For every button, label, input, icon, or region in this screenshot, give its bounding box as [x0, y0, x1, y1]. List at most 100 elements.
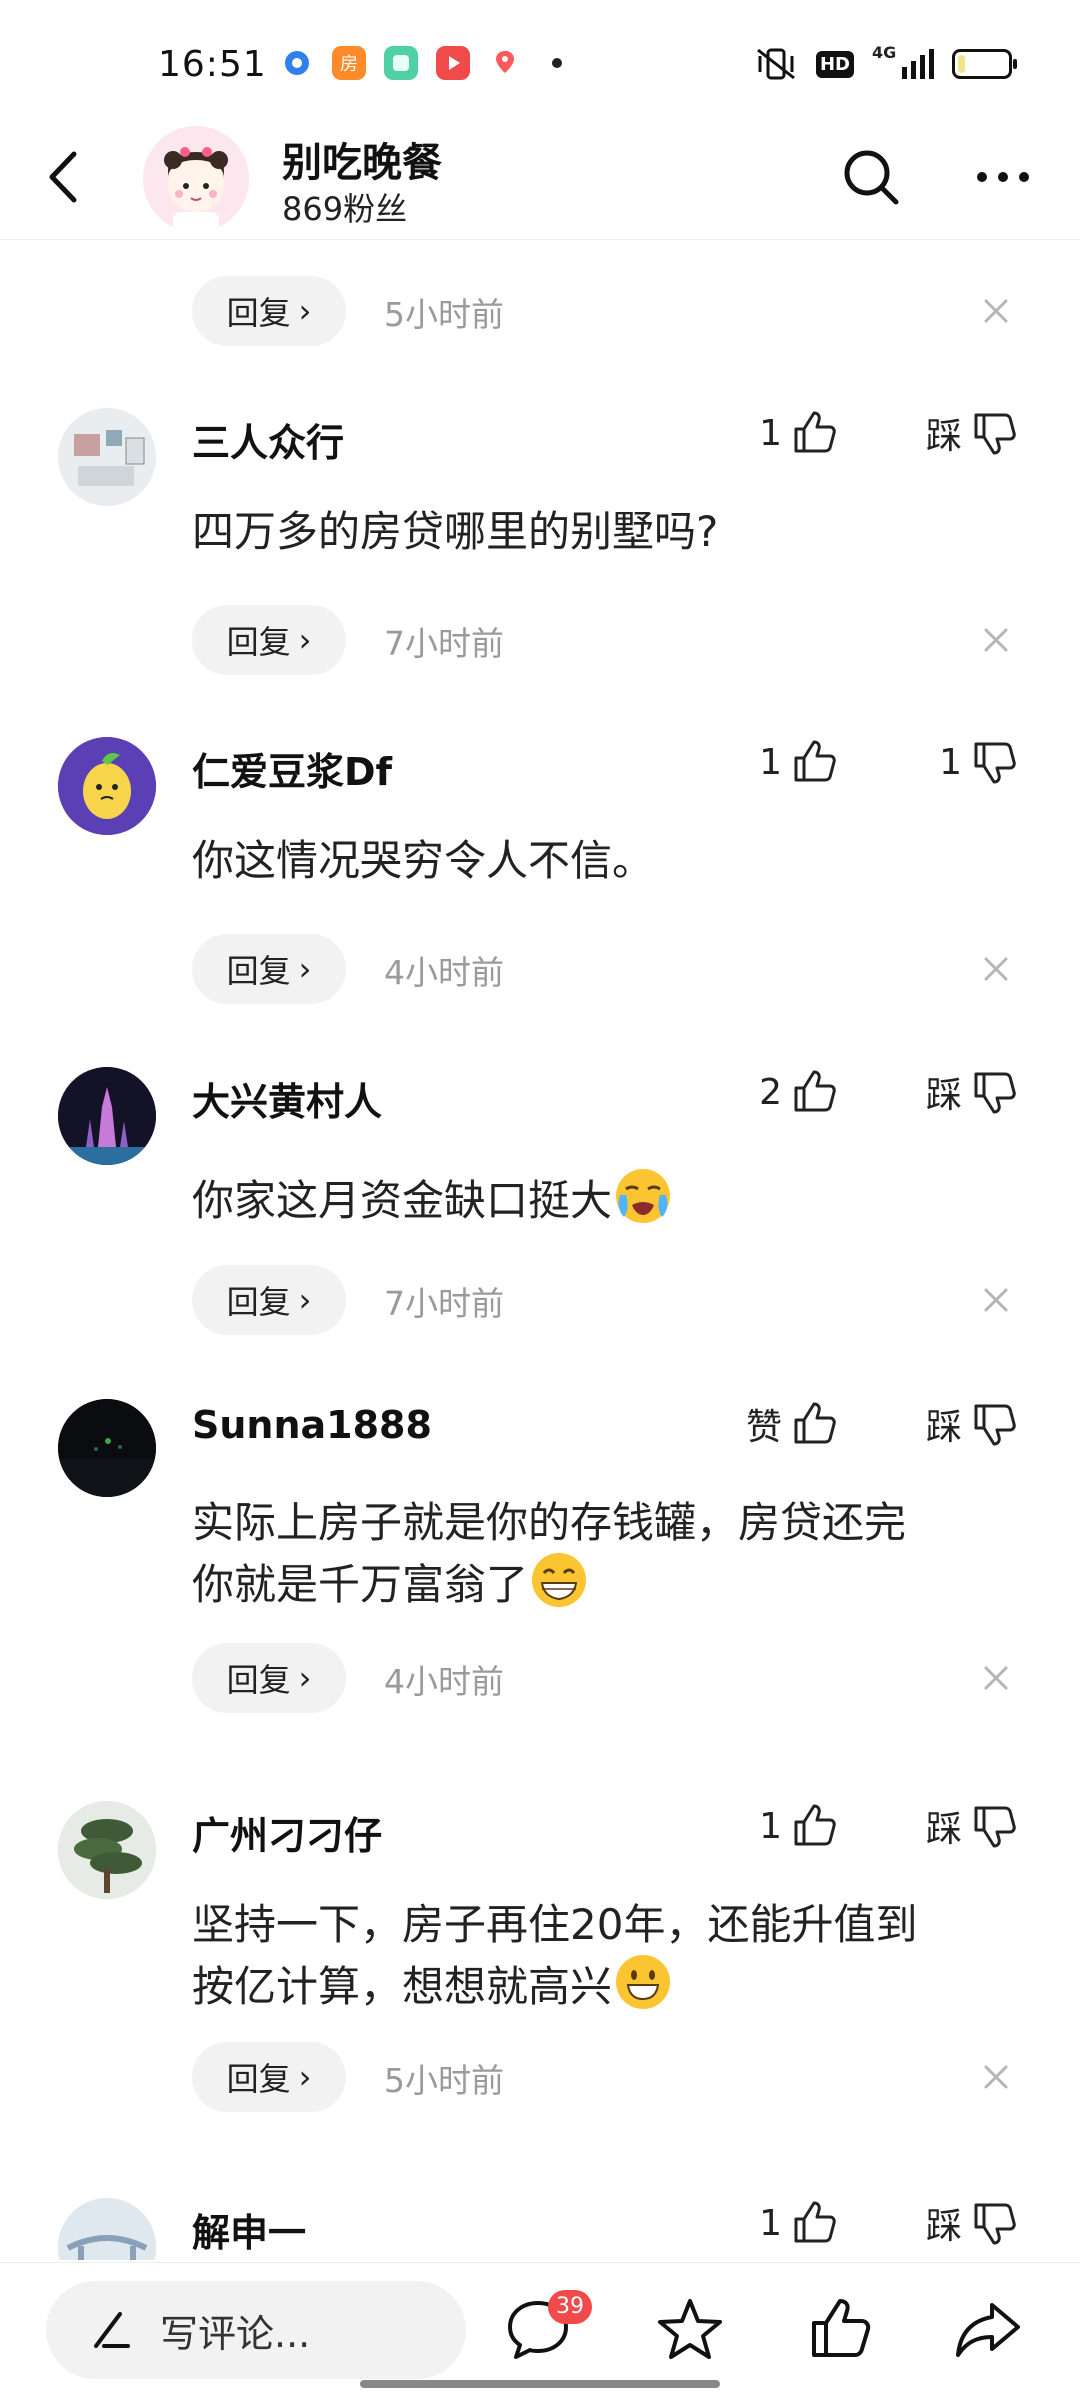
- like-count: 1: [759, 1805, 782, 1847]
- close-icon[interactable]: [976, 1280, 1016, 1320]
- comment-text-line: 你就是千万富翁了: [192, 1549, 1022, 1611]
- commenter-name[interactable]: 解申一: [192, 2202, 306, 2257]
- author-avatar[interactable]: [143, 126, 249, 232]
- reply-label: 回复: [226, 623, 291, 661]
- comment-list[interactable]: 回复 › 5小时前 三人众行 1 踩 四万多的房贷哪里的别墅吗? 回复 › 7小时前…: [0, 240, 1080, 2260]
- comment-time: 4小时前: [384, 1662, 504, 1701]
- comment-input[interactable]: 写评论...: [46, 2281, 466, 2379]
- reply-label: 回复: [226, 2060, 291, 2098]
- dislike-button[interactable]: 踩: [880, 2193, 1020, 2253]
- thumbs-down-icon: [974, 742, 1016, 784]
- search-icon[interactable]: [838, 144, 904, 210]
- commenter-avatar[interactable]: [58, 1801, 156, 1899]
- notification-app-icon: [280, 46, 314, 80]
- dislike-button[interactable]: 1: [880, 732, 1020, 792]
- thumbs-up-icon: [794, 740, 836, 782]
- chevron-right-icon: ›: [298, 2058, 312, 2096]
- commenter-name[interactable]: 三人众行: [192, 412, 344, 467]
- author-header: 别吃晚餐 869粉丝: [0, 120, 1080, 240]
- commenter-name[interactable]: 广州刁刁仔: [192, 1805, 382, 1860]
- comment-input-placeholder: 写评论...: [160, 2311, 311, 2356]
- commenter-avatar[interactable]: [58, 737, 156, 835]
- thumbs-up-like-icon[interactable]: [804, 2293, 876, 2365]
- thumbs-up-icon: [794, 1402, 836, 1444]
- commenter-name[interactable]: Sunna1888: [192, 1403, 432, 1447]
- dislike-label: 踩: [925, 416, 962, 457]
- like-label: 赞: [745, 1407, 782, 1448]
- author-fans-count: 869粉丝: [282, 190, 408, 228]
- dislike-button[interactable]: 踩: [880, 1062, 1020, 1122]
- comment-text-line-body: 你就是千万富翁了: [192, 1560, 529, 1609]
- chevron-right-icon: ›: [298, 621, 312, 659]
- like-count: 1: [759, 741, 782, 783]
- dislike-label: 踩: [925, 1407, 962, 1448]
- battery-icon: [952, 49, 1017, 79]
- close-icon[interactable]: [976, 1658, 1016, 1698]
- share-arrow-icon[interactable]: [952, 2293, 1024, 2365]
- pen-icon: [94, 2312, 130, 2348]
- more-notifications-dot-icon: [552, 58, 562, 68]
- commenter-avatar[interactable]: [58, 1399, 156, 1497]
- dislike-label: 踩: [925, 1809, 962, 1850]
- play-app-icon: [436, 46, 470, 80]
- back-arrow-icon[interactable]: [30, 142, 100, 212]
- commenter-name[interactable]: 仁爱豆浆Df: [192, 741, 392, 796]
- star-favorite-icon[interactable]: [654, 2293, 726, 2365]
- like-button[interactable]: 赞: [700, 1394, 840, 1454]
- like-button[interactable]: 1: [700, 2193, 840, 2253]
- signal-icon: 4G: [872, 43, 934, 79]
- thumbs-down-icon: [974, 1404, 1016, 1446]
- home-indicator[interactable]: [360, 2380, 720, 2388]
- reply-button[interactable]: 回复 ›: [192, 605, 346, 675]
- like-count: 2: [759, 1071, 782, 1113]
- like-button[interactable]: 1: [700, 732, 840, 792]
- thumbs-up-icon: [794, 1070, 836, 1112]
- dislike-button[interactable]: 踩: [880, 1394, 1020, 1454]
- status-app-icons: 房: [280, 46, 562, 80]
- chevron-right-icon: ›: [298, 292, 312, 330]
- comment-text: 四万多的房贷哪里的别墅吗?: [192, 507, 719, 556]
- vibrate-mute-icon: [757, 48, 795, 80]
- thumbs-down-icon: [974, 413, 1016, 455]
- reply-label: 回复: [226, 952, 291, 990]
- comment-text-line: 按亿计算，想想就高兴: [192, 1951, 1022, 2013]
- status-indicators: HD 4G: [754, 43, 1017, 82]
- close-icon[interactable]: [976, 620, 1016, 660]
- chevron-right-icon: ›: [298, 950, 312, 988]
- like-count: 1: [759, 412, 782, 454]
- status-time: 16:51: [158, 44, 267, 85]
- chevron-right-icon: ›: [298, 1281, 312, 1319]
- comment-text-line-body: 按亿计算，想想就高兴: [192, 1962, 613, 2011]
- map-pin-app-icon: [488, 46, 522, 80]
- reply-label: 回复: [226, 1283, 291, 1321]
- like-button[interactable]: 1: [700, 1796, 840, 1856]
- commenter-avatar[interactable]: [58, 408, 156, 506]
- close-icon[interactable]: [976, 949, 1016, 989]
- comment-text-line: 坚持一下，房子再住20年，还能升值到: [192, 1900, 918, 1949]
- author-name[interactable]: 别吃晚餐: [282, 130, 442, 188]
- close-icon[interactable]: [976, 2057, 1016, 2097]
- reply-button[interactable]: 回复 ›: [192, 2042, 346, 2112]
- dislike-button[interactable]: 踩: [880, 403, 1020, 463]
- reply-button[interactable]: 回复 ›: [192, 1265, 346, 1335]
- smiling-face-emoji-icon: [616, 1955, 671, 2009]
- more-options-icon[interactable]: [970, 144, 1036, 210]
- reply-label: 回复: [226, 294, 291, 332]
- thumbs-up-icon: [794, 1804, 836, 1846]
- comment-text-body: 你家这月资金缺口挺大: [192, 1176, 613, 1225]
- reply-button[interactable]: 回复 ›: [192, 1643, 346, 1713]
- comment-time: 5小时前: [384, 295, 504, 334]
- like-button[interactable]: 1: [700, 403, 840, 463]
- comment-text: 你这情况哭穷令人不信。: [192, 836, 655, 885]
- thumbs-down-icon: [974, 2203, 1016, 2245]
- commenter-avatar[interactable]: [58, 2198, 156, 2260]
- square-app-icon: [384, 46, 418, 80]
- reply-button[interactable]: 回复 ›: [192, 934, 346, 1004]
- like-button[interactable]: 2: [700, 1062, 840, 1122]
- commenter-avatar[interactable]: [58, 1067, 156, 1165]
- close-icon[interactable]: [976, 291, 1016, 331]
- reply-button[interactable]: 回复 ›: [192, 276, 346, 346]
- commenter-name[interactable]: 大兴黄村人: [192, 1071, 382, 1126]
- dislike-button[interactable]: 踩: [880, 1796, 1020, 1856]
- dislike-count: 1: [939, 741, 962, 783]
